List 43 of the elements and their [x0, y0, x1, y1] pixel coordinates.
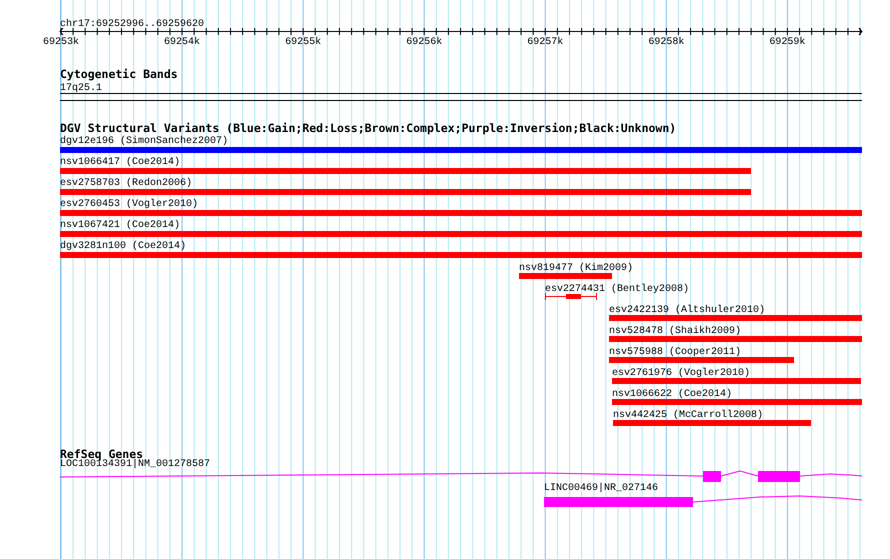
variant-label[interactable]: esv2760453 (Vogler2010) — [60, 199, 198, 210]
variant-interval[interactable] — [544, 292, 598, 300]
variant-bar[interactable] — [60, 210, 862, 216]
tick-label: 69255k — [285, 37, 322, 48]
variant-bar[interactable] — [60, 252, 862, 258]
variant-bar[interactable] — [609, 357, 794, 363]
band-label: 17q25.1 — [60, 83, 102, 94]
tick-label: 69259k — [769, 37, 806, 48]
variant-label[interactable]: esv2761976 (Vogler2010) — [612, 368, 750, 379]
location-label: chr17:69252996..69259620 — [60, 19, 204, 30]
variant-bar[interactable] — [612, 399, 862, 405]
variant-bar[interactable] — [609, 315, 862, 321]
track-title: Cytogenetic Bands — [60, 67, 178, 81]
variant-bar[interactable] — [60, 168, 751, 174]
variant-bar[interactable] — [60, 147, 862, 153]
variant-label[interactable]: dgv3281n100 (Coe2014) — [60, 241, 186, 252]
variant-label[interactable]: nsv528478 (Shaikh2009) — [609, 326, 742, 337]
tick-label: 69254k — [164, 37, 200, 48]
variant-label[interactable]: nsv1066417 (Coe2014) — [60, 157, 180, 168]
gene-label[interactable]: LOC100134391|NM_001278587 — [60, 459, 210, 470]
variant-bar[interactable] — [613, 420, 811, 426]
variant-label[interactable]: esv2422139 (Altshuler2010) — [609, 305, 766, 316]
variant-bar[interactable] — [519, 273, 612, 279]
track-title: DGV Structural Variants (Blue:Gain;Red:Loss;Brown:Complex;Purple:Inversion;Black:Unknown) — [60, 121, 676, 135]
variant-label[interactable]: esv2274431 (Bentley2008) — [545, 284, 690, 295]
variant-bar[interactable] — [612, 378, 861, 384]
variant-label[interactable]: nsv819477 (Kim2009) — [519, 263, 634, 274]
tick-label: 69256k — [406, 37, 442, 48]
tick-label: 69253k — [42, 37, 79, 48]
variant-label[interactable]: nsv442425 (McCarroll2008) — [613, 410, 764, 421]
variant-label[interactable]: esv2758703 (Redon2006) — [60, 178, 192, 189]
tick-label: 69258k — [648, 37, 684, 48]
variant-label[interactable]: nsv575988 (Cooper2011) — [609, 347, 742, 358]
variant-bar[interactable] — [60, 189, 751, 195]
variant-label[interactable]: nsv1066622 (Coe2014) — [612, 389, 732, 400]
gene-label[interactable]: LINC00469|NR_027146 — [544, 483, 658, 494]
variant-bar[interactable] — [609, 336, 862, 342]
variant-bar[interactable] — [60, 231, 862, 237]
tick-label: 69257k — [527, 37, 564, 48]
variant-label[interactable]: dgv12e196 (SimonSanchez2007) — [60, 136, 228, 147]
gene-drawing[interactable] — [60, 470, 862, 482]
gene-drawing[interactable] — [544, 496, 862, 507]
variant-label[interactable]: nsv1067421 (Coe2014) — [60, 220, 180, 231]
